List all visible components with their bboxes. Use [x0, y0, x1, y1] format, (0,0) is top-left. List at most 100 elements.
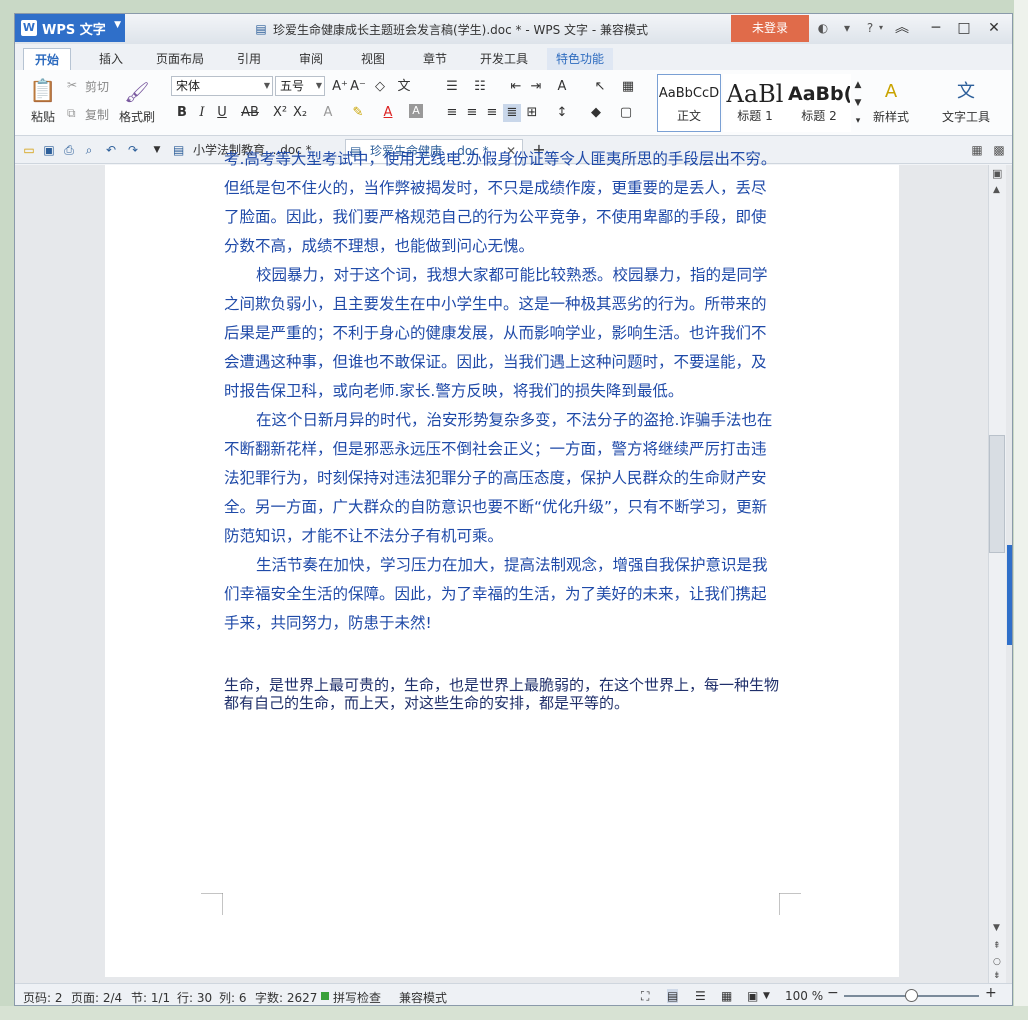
table-icon[interactable]: ▦	[619, 78, 637, 96]
superscript-icon[interactable]: X²	[271, 104, 289, 122]
paragraph-shading-icon[interactable]: ◆	[587, 104, 605, 122]
help-dropdown-icon[interactable]: ▾	[873, 20, 889, 36]
copy-button[interactable]: 复制	[85, 106, 109, 123]
mouse-pointer-icon: ↖	[594, 79, 606, 94]
task-pane-toggle[interactable]	[1007, 545, 1012, 645]
zoom-out-icon[interactable]: −	[827, 985, 839, 1001]
align-right-icon[interactable]: ≡	[483, 104, 501, 122]
borders-icon[interactable]: ▢	[617, 104, 635, 122]
document-page[interactable]: 考.高考等大型考试中，使用无线电.办假身份证等令人匪夷所思的手段层出不穷。但纸是…	[105, 150, 899, 977]
document-body[interactable]: 考.高考等大型考试中，使用无线电.办假身份证等令人匪夷所思的手段层出不穷。但纸是…	[224, 150, 780, 638]
strikethrough-icon[interactable]: AB	[241, 104, 259, 122]
status-line[interactable]: 行: 30	[177, 989, 212, 1005]
copy-icon: ⧉	[67, 106, 76, 120]
zoom-in-icon[interactable]: +	[985, 985, 997, 1001]
grow-font-icon[interactable]: A⁺	[331, 78, 349, 96]
scroll-up-icon[interactable]: ▲	[993, 185, 1000, 195]
bold-icon[interactable]: B	[173, 104, 191, 122]
status-column[interactable]: 列: 6	[219, 989, 247, 1005]
phonetic-guide-icon[interactable]: 文	[395, 78, 413, 96]
maximize-button[interactable]: □	[953, 18, 975, 38]
select-browse-object-icon[interactable]: ○	[993, 957, 1001, 967]
next-page-icon[interactable]: ⇟	[993, 971, 1001, 981]
font-size-select[interactable]: 五号 ▼	[275, 76, 325, 96]
reading-view-icon[interactable]: ▣	[747, 989, 758, 1003]
tab-references[interactable]: 引用	[225, 48, 273, 70]
close-button[interactable]: ✕	[983, 18, 1005, 38]
tab-special-features[interactable]: 特色功能	[547, 48, 613, 70]
page-view-icon[interactable]: ▤	[667, 989, 679, 1003]
align-center-icon[interactable]: ≡	[463, 104, 481, 122]
web-view-icon[interactable]: ▦	[721, 989, 732, 1003]
clear-format-icon[interactable]: ◇	[371, 78, 389, 96]
tab-chapter[interactable]: 章节	[411, 48, 459, 70]
desktop-background-right	[1014, 0, 1028, 1020]
wps-app-menu-button[interactable]: W WPS 文字 ▼	[15, 14, 125, 42]
vertical-scrollbar[interactable]: ▣ ▲ ▼ ⇞ ○ ⇟	[988, 165, 1006, 983]
justify-icon[interactable]: ≣	[503, 104, 521, 122]
window-switch-icon[interactable]: ▩	[991, 143, 1007, 157]
outline-view-icon[interactable]: ☰	[695, 989, 706, 1003]
document-icon: ▤	[173, 143, 185, 157]
font-color-icon[interactable]: A	[379, 104, 397, 122]
undo-icon[interactable]: ↶	[103, 143, 119, 157]
decrease-indent-icon[interactable]: ⇤	[507, 78, 525, 96]
ribbon-collapse-icon[interactable]: ︽	[891, 18, 913, 38]
status-section[interactable]: 节: 1/1	[131, 989, 170, 1005]
tab-view[interactable]: 视图	[349, 48, 397, 70]
style-heading-2[interactable]: AaBb( 标题 2	[787, 74, 851, 132]
bullet-list-icon[interactable]: ☰	[443, 78, 461, 96]
text-tools-button[interactable]: 文 文字工具	[935, 76, 997, 125]
scrollbar-thumb[interactable]	[989, 435, 1005, 553]
print-icon[interactable]: ⎙	[61, 143, 77, 157]
login-button[interactable]: 未登录	[731, 15, 809, 42]
character-shading-icon[interactable]: A	[409, 104, 423, 118]
open-folder-icon[interactable]: ▭	[21, 143, 37, 157]
numbered-list-icon[interactable]: ☷	[471, 78, 489, 96]
print-preview-icon[interactable]: ⌕	[81, 143, 97, 157]
font-name-select[interactable]: 宋体 ▼	[171, 76, 273, 96]
text-direction-icon[interactable]: A	[553, 78, 571, 96]
scroll-down-icon[interactable]: ▼	[993, 923, 1000, 933]
cloud-icon[interactable]: ◐	[815, 20, 831, 36]
text-effect-icon[interactable]: A	[319, 104, 337, 122]
style-normal[interactable]: AaBbCcD 正文	[657, 74, 721, 132]
scroll-top-icon[interactable]: ▣	[992, 167, 1002, 180]
tab-insert[interactable]: 插入	[87, 48, 135, 70]
subscript-icon[interactable]: X₂	[291, 104, 309, 122]
style-heading-1[interactable]: AaBl 标题 1	[723, 74, 787, 132]
underline-icon[interactable]: U	[213, 104, 231, 122]
minimize-button[interactable]: ─	[925, 18, 947, 38]
distributed-align-icon[interactable]: ⊞	[523, 104, 541, 122]
cut-button[interactable]: 剪切	[85, 78, 109, 95]
new-style-button[interactable]: A 新样式	[865, 76, 917, 125]
tab-list-icon[interactable]: ▦	[969, 143, 985, 157]
zoom-level[interactable]: 100 %	[785, 989, 823, 1003]
paste-button[interactable]: 📋 粘贴	[21, 76, 65, 125]
fullscreen-view-icon[interactable]: ⛶	[641, 989, 649, 1004]
tab-page-layout[interactable]: 页面布局	[145, 48, 215, 70]
line-spacing-icon[interactable]: ↕	[553, 104, 571, 122]
redo-icon[interactable]: ↷	[125, 143, 141, 157]
paragraph: 生命，是世界上最可贵的，生命，也是世界上最脆弱的，在这个世界上，每一种生物都有自…	[224, 676, 780, 712]
highlight-icon[interactable]: ✎	[349, 104, 367, 122]
skin-shirt-icon[interactable]: ▾	[839, 20, 855, 36]
status-word-count[interactable]: 字数: 2627	[255, 989, 317, 1005]
shrink-font-icon[interactable]: A⁻	[349, 78, 367, 96]
save-icon[interactable]: ▣	[41, 143, 57, 157]
format-painter-button[interactable]: 🖌 格式刷	[115, 76, 159, 125]
status-page-number[interactable]: 页码: 2	[23, 989, 63, 1005]
status-pages[interactable]: 页面: 2/4	[71, 989, 122, 1005]
italic-icon[interactable]: I	[193, 104, 211, 122]
style-name: 标题 1	[737, 109, 773, 123]
tab-review[interactable]: 审阅	[287, 48, 335, 70]
increase-indent-icon[interactable]: ⇥	[527, 78, 545, 96]
previous-page-icon[interactable]: ⇞	[993, 941, 1001, 951]
zoom-slider-handle[interactable]	[905, 989, 918, 1002]
tab-developer[interactable]: 开发工具	[471, 48, 537, 70]
view-dropdown-icon[interactable]: ▼	[763, 991, 770, 1001]
tab-home[interactable]: 开始	[23, 48, 71, 70]
spell-check-toggle[interactable]: 拼写检查	[333, 989, 381, 1005]
customize-dropdown-icon[interactable]: ▼	[149, 143, 165, 157]
align-left-icon[interactable]: ≡	[443, 104, 461, 122]
